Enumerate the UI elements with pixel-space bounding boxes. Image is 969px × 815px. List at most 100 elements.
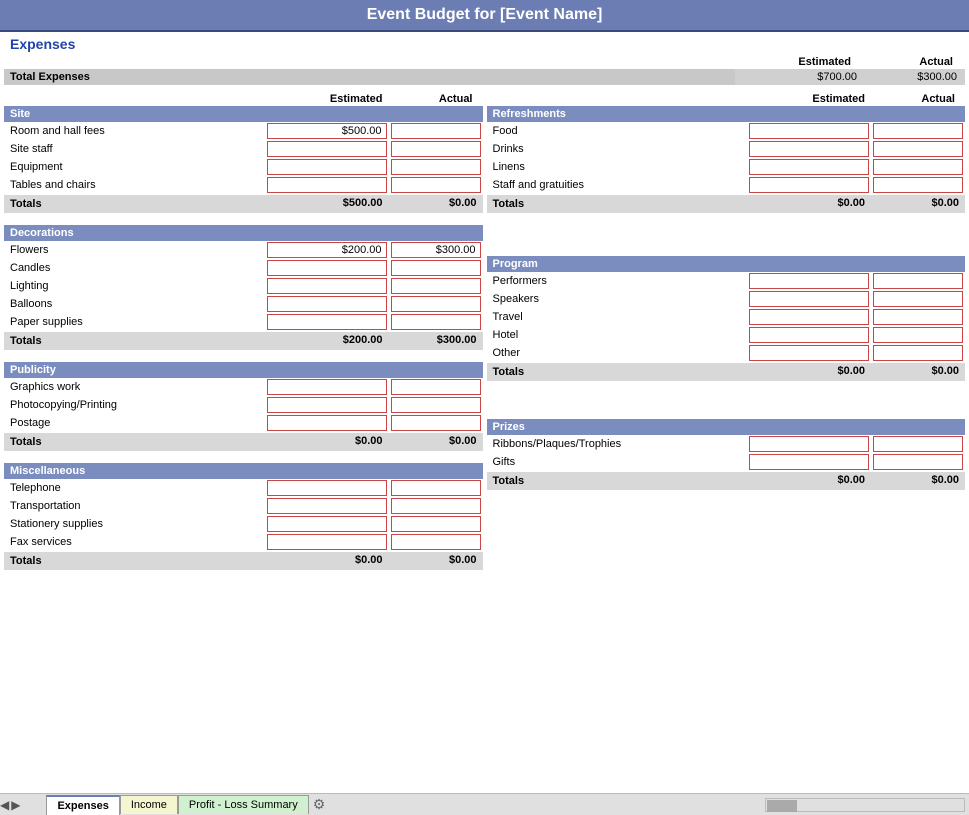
miscellaneous-totals-row: Totals $0.00 $0.00 xyxy=(4,552,483,570)
prog-row0-estimated[interactable] xyxy=(749,273,869,289)
prog-row2-estimated[interactable] xyxy=(749,309,869,325)
prev-tab-arrow[interactable]: ◀ xyxy=(0,798,9,812)
tab-options-icon[interactable]: ⚙ xyxy=(313,796,326,813)
next-tab-arrow[interactable]: ▶ xyxy=(11,798,20,812)
ref-row0-estimated[interactable] xyxy=(749,123,869,139)
pub-total-actual: $0.00 xyxy=(391,434,481,450)
pub-row2-actual[interactable] xyxy=(391,415,481,431)
ref-row0-actual[interactable] xyxy=(873,123,963,139)
expenses-header: Expenses xyxy=(4,32,965,56)
misc-row2-actual[interactable] xyxy=(391,516,481,532)
prog-row4-estimated[interactable] xyxy=(749,345,869,361)
table-row: Room and hall fees $500.00 xyxy=(4,122,483,140)
ref-row2-estimated[interactable] xyxy=(749,159,869,175)
site-row0-estimated[interactable]: $500.00 xyxy=(267,123,387,139)
pub-row1-actual[interactable] xyxy=(391,397,481,413)
site-row3-estimated[interactable] xyxy=(267,177,387,193)
tab-nav-arrows[interactable]: ◀ ▶ xyxy=(0,798,20,812)
ref-total-estimated: $0.00 xyxy=(749,196,869,212)
prog-total-estimated: $0.00 xyxy=(749,364,869,380)
misc-row2-estimated[interactable] xyxy=(267,516,387,532)
program-totals-row: Totals $0.00 $0.00 xyxy=(487,363,966,381)
prize-total-estimated: $0.00 xyxy=(749,473,869,489)
table-row: Hotel xyxy=(487,326,966,344)
refreshments-title: Refreshments xyxy=(487,106,966,122)
table-row: Performers xyxy=(487,272,966,290)
misc-row1-estimated[interactable] xyxy=(267,498,387,514)
prog-row3-estimated[interactable] xyxy=(749,327,869,343)
dec-row3-actual[interactable] xyxy=(391,296,481,312)
site-title: Site xyxy=(4,106,483,122)
table-row: Travel xyxy=(487,308,966,326)
tab-profit-loss[interactable]: Profit - Loss Summary xyxy=(178,795,309,814)
horizontal-scrollbar[interactable] xyxy=(325,798,969,812)
pub-row0-estimated[interactable] xyxy=(267,379,387,395)
total-expenses-row: Total Expenses $700.00 $300.00 xyxy=(4,69,965,85)
decorations-title: Decorations xyxy=(4,225,483,241)
dec-row3-estimated[interactable] xyxy=(267,296,387,312)
publicity-title: Publicity xyxy=(4,362,483,378)
prog-row2-actual[interactable] xyxy=(873,309,963,325)
misc-row0-actual[interactable] xyxy=(391,480,481,496)
prog-row1-actual[interactable] xyxy=(873,291,963,307)
dec-row4-actual[interactable] xyxy=(391,314,481,330)
table-row: Other xyxy=(487,344,966,362)
dec-row1-estimated[interactable] xyxy=(267,260,387,276)
misc-row0-estimated[interactable] xyxy=(267,480,387,496)
publicity-totals-row: Totals $0.00 $0.00 xyxy=(4,433,483,451)
site-row1-estimated[interactable] xyxy=(267,141,387,157)
prog-row1-estimated[interactable] xyxy=(749,291,869,307)
ref-row2-actual[interactable] xyxy=(873,159,963,175)
decorations-totals-row: Totals $200.00 $300.00 xyxy=(4,332,483,350)
site-estimated-header: Estimated xyxy=(271,93,391,105)
dec-row2-actual[interactable] xyxy=(391,278,481,294)
ref-row3-actual[interactable] xyxy=(873,177,963,193)
ref-row1-estimated[interactable] xyxy=(749,141,869,157)
misc-total-estimated: $0.00 xyxy=(267,553,387,569)
tab-income[interactable]: Income xyxy=(120,795,178,814)
prize-row0-estimated[interactable] xyxy=(749,436,869,452)
table-row: Tables and chairs xyxy=(4,176,483,194)
prize-row1-actual[interactable] xyxy=(873,454,963,470)
misc-row3-actual[interactable] xyxy=(391,534,481,550)
prog-row3-actual[interactable] xyxy=(873,327,963,343)
prog-row0-actual[interactable] xyxy=(873,273,963,289)
miscellaneous-title: Miscellaneous xyxy=(4,463,483,479)
site-row2-actual[interactable] xyxy=(391,159,481,175)
title-bar: Event Budget for [Event Name] xyxy=(0,0,969,32)
ref-row1-actual[interactable] xyxy=(873,141,963,157)
prizes-totals-row: Totals $0.00 $0.00 xyxy=(487,472,966,490)
tab-expenses[interactable]: Expenses xyxy=(46,795,119,815)
table-row: Food xyxy=(487,122,966,140)
table-row: Paper supplies xyxy=(4,313,483,331)
ref-row3-estimated[interactable] xyxy=(749,177,869,193)
refreshments-section: Estimated Actual Refreshments Food Drink… xyxy=(487,93,966,244)
dec-row0-estimated[interactable]: $200.00 xyxy=(267,242,387,258)
pub-row1-estimated[interactable] xyxy=(267,397,387,413)
prog-total-actual: $0.00 xyxy=(873,364,963,380)
tab-navigation: Expenses Income Profit - Loss Summary ⚙ xyxy=(46,795,325,815)
pub-row0-actual[interactable] xyxy=(391,379,481,395)
site-row3-actual[interactable] xyxy=(391,177,481,193)
misc-row3-estimated[interactable] xyxy=(267,534,387,550)
dec-row1-actual[interactable] xyxy=(391,260,481,276)
misc-row1-actual[interactable] xyxy=(391,498,481,514)
publicity-section: Publicity Graphics work Photocopying/Pri… xyxy=(4,362,483,451)
dec-row0-actual[interactable]: $300.00 xyxy=(391,242,481,258)
ref-total-actual: $0.00 xyxy=(873,196,963,212)
table-row: Fax services xyxy=(4,533,483,551)
site-row0-actual[interactable] xyxy=(391,123,481,139)
ref-actual-header: Actual xyxy=(873,93,963,105)
dec-row4-estimated[interactable] xyxy=(267,314,387,330)
prog-row4-actual[interactable] xyxy=(873,345,963,361)
prize-row1-estimated[interactable] xyxy=(749,454,869,470)
total-expenses-label: Total Expenses xyxy=(4,69,735,85)
pub-row2-estimated[interactable] xyxy=(267,415,387,431)
table-row: Postage xyxy=(4,414,483,432)
site-row1-actual[interactable] xyxy=(391,141,481,157)
site-row2-estimated[interactable] xyxy=(267,159,387,175)
prize-row0-actual[interactable] xyxy=(873,436,963,452)
estimated-col-header: Estimated xyxy=(731,56,861,68)
table-row: Telephone xyxy=(4,479,483,497)
dec-row2-estimated[interactable] xyxy=(267,278,387,294)
